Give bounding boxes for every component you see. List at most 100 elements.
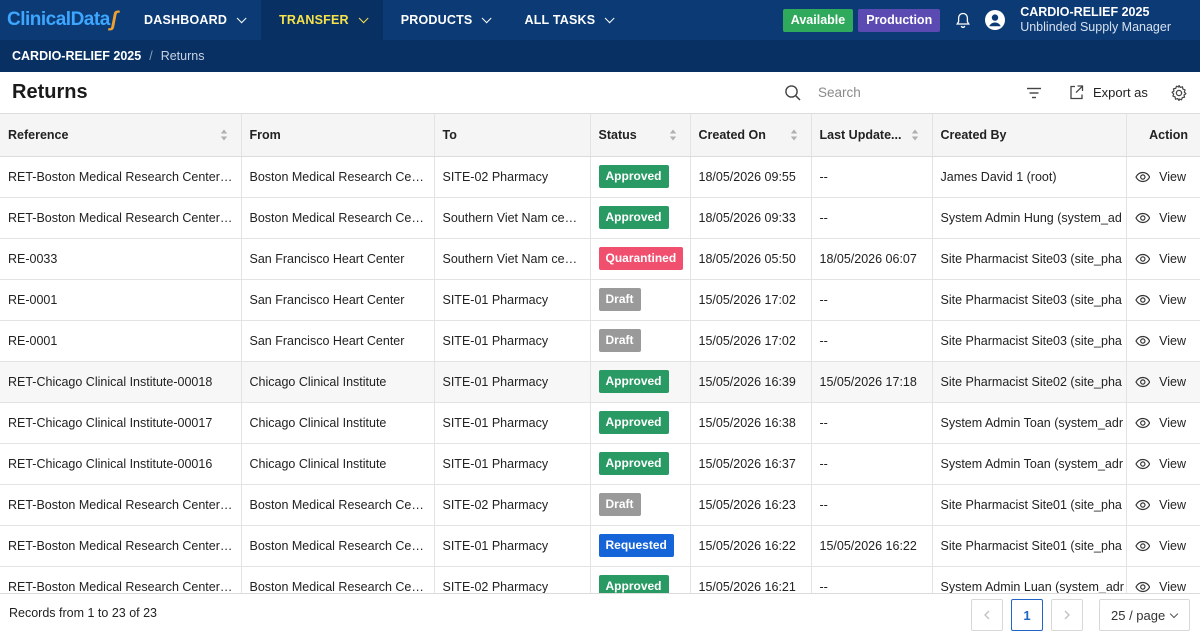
- settings-icon[interactable]: [1170, 84, 1188, 102]
- table-row[interactable]: RET-Boston Medical Research Center-... Bo…: [0, 197, 1200, 239]
- filter-icon[interactable]: [1025, 84, 1043, 102]
- cell-action: View: [1126, 197, 1200, 239]
- view-button[interactable]: View: [1134, 169, 1193, 184]
- column-header-status[interactable]: Status: [590, 114, 691, 157]
- cell-action: View: [1126, 525, 1200, 567]
- view-button[interactable]: View: [1134, 375, 1193, 389]
- export-button[interactable]: Export as: [1068, 81, 1148, 103]
- breadcrumb-separator: /: [149, 49, 153, 63]
- nav-dashboard[interactable]: DASHBOARD: [126, 0, 261, 40]
- nav-all-tasks[interactable]: ALL TASKS: [506, 0, 629, 40]
- table-row[interactable]: RET-Boston Medical Research Center-... Bo…: [0, 525, 1200, 567]
- eye-icon: [1134, 171, 1150, 182]
- view-label: View: [1159, 333, 1186, 348]
- cell-action: View: [1126, 484, 1200, 526]
- table-row[interactable]: RET-Boston Medical Research Center-... Bo…: [0, 566, 1200, 593]
- sort-icon[interactable]: [669, 129, 677, 141]
- cell-reference: RE-0001: [0, 279, 242, 321]
- sort-icon[interactable]: [220, 129, 228, 141]
- cell-to: SITE-01 Pharmacy: [434, 361, 591, 403]
- view-label: View: [1159, 292, 1186, 307]
- cell-from: Boston Medical Research Center: [241, 197, 435, 239]
- nav-transfer[interactable]: TRANSFER: [261, 0, 383, 40]
- cell-from: Chicago Clinical Institute: [241, 402, 435, 444]
- cell-to: SITE-02 Pharmacy: [434, 484, 591, 526]
- nav-right-group: Available Production CARDIO-RELIEF 2025 …: [782, 0, 1200, 40]
- table-row[interactable]: RET-Chicago Clinical Institute-00017 Chic…: [0, 402, 1200, 444]
- table-row[interactable]: RE-0001 San Francisco Heart Center SITE-01…: [0, 320, 1200, 362]
- chevron-down-icon: [358, 12, 369, 23]
- status-badge: Draft: [598, 493, 641, 516]
- column-header-action: Action: [1126, 114, 1200, 157]
- app-logo[interactable]: ClinicalData ʃ: [0, 0, 126, 40]
- cell-last-update: --: [811, 484, 933, 526]
- environment-badge: Production: [858, 8, 941, 32]
- view-button[interactable]: View: [1134, 457, 1193, 471]
- column-header-last-update[interactable]: Last Update...: [811, 114, 933, 157]
- cell-status: Quarantined: [590, 238, 691, 280]
- view-button[interactable]: View: [1134, 539, 1193, 553]
- view-button[interactable]: View: [1134, 211, 1193, 225]
- column-header-label: Action: [1149, 127, 1188, 142]
- column-header-label: Status: [598, 127, 637, 142]
- cell-created-by: Site Pharmacist Site01 (site_pha: [932, 484, 1127, 526]
- breadcrumb-project[interactable]: CARDIO-RELIEF 2025: [12, 49, 141, 63]
- bell-icon[interactable]: [954, 11, 972, 29]
- view-button[interactable]: View: [1134, 498, 1193, 512]
- table-row[interactable]: RET-Boston Medical Research Center-... Bo…: [0, 156, 1200, 198]
- sort-icon[interactable]: [911, 129, 919, 141]
- column-header-reference[interactable]: Reference: [0, 114, 242, 157]
- cell-created-on: 15/05/2026 17:02: [690, 320, 812, 362]
- export-label: Export as: [1093, 84, 1148, 100]
- table-row[interactable]: RE-0033 San Francisco Heart Center Souther…: [0, 238, 1200, 280]
- view-button[interactable]: View: [1134, 251, 1193, 266]
- column-header-label: Last Update...: [819, 127, 902, 142]
- eye-icon: [1134, 335, 1150, 346]
- table-row[interactable]: RET-Chicago Clinical Institute-00018 Chic…: [0, 361, 1200, 403]
- cell-action: View: [1126, 279, 1200, 321]
- cell-last-update: --: [811, 402, 933, 444]
- cell-created-by: Site Pharmacist Site02 (site_pha: [932, 361, 1127, 403]
- page-size-select[interactable]: 25 / page: [1099, 599, 1190, 631]
- view-label: View: [1159, 169, 1186, 184]
- view-button[interactable]: View: [1134, 333, 1193, 348]
- cell-created-by: System Admin Toan (system_adr: [932, 443, 1127, 485]
- cell-status: Requested: [590, 525, 691, 567]
- cell-status: Draft: [590, 279, 691, 321]
- view-button[interactable]: View: [1134, 292, 1193, 307]
- table-row[interactable]: RET-Chicago Clinical Institute-00016 Chic…: [0, 443, 1200, 485]
- column-header-from: From: [241, 114, 435, 157]
- view-label: View: [1159, 251, 1186, 266]
- cell-last-update: --: [811, 197, 933, 239]
- cell-created-on: 15/05/2026 16:23: [690, 484, 812, 526]
- cell-created-by: Site Pharmacist Site03 (site_pha: [932, 238, 1127, 280]
- nav-transfer-label: TRANSFER: [279, 13, 349, 27]
- user-info[interactable]: CARDIO-RELIEF 2025 Unblinded Supply Mana…: [1020, 5, 1171, 35]
- next-page-button[interactable]: [1051, 599, 1083, 631]
- returns-table-container[interactable]: Reference From To Status Created On Last…: [0, 113, 1200, 593]
- table-row[interactable]: RE-0001 San Francisco Heart Center SITE-01…: [0, 279, 1200, 321]
- cell-from: Boston Medical Research Center: [241, 156, 435, 198]
- prev-page-button[interactable]: [971, 599, 1003, 631]
- view-button[interactable]: View: [1134, 416, 1193, 430]
- cell-created-on: 15/05/2026 17:02: [690, 279, 812, 321]
- eye-icon: [1134, 581, 1150, 592]
- search-icon[interactable]: [784, 84, 802, 102]
- sort-icon[interactable]: [790, 129, 798, 141]
- column-header-to: To: [434, 114, 591, 157]
- cell-status: Approved: [590, 156, 691, 198]
- status-badge: Approved: [598, 452, 669, 475]
- cell-from: San Francisco Heart Center: [241, 320, 435, 362]
- search-input[interactable]: [818, 80, 998, 104]
- cell-created-on: 15/05/2026 16:21: [690, 566, 812, 593]
- cell-status: Draft: [590, 484, 691, 526]
- cell-created-by: System Admin Toan (system_adr: [932, 402, 1127, 444]
- status-badge: Approved: [598, 411, 669, 434]
- table-row[interactable]: RET-Boston Medical Research Center-... Bo…: [0, 484, 1200, 526]
- nav-products[interactable]: PRODUCTS: [383, 0, 507, 40]
- column-header-created-on[interactable]: Created On: [690, 114, 812, 157]
- page-number-button[interactable]: 1: [1011, 599, 1043, 631]
- eye-icon: [1134, 540, 1150, 551]
- user-avatar-icon[interactable]: [985, 10, 1006, 30]
- view-button[interactable]: View: [1134, 580, 1193, 593]
